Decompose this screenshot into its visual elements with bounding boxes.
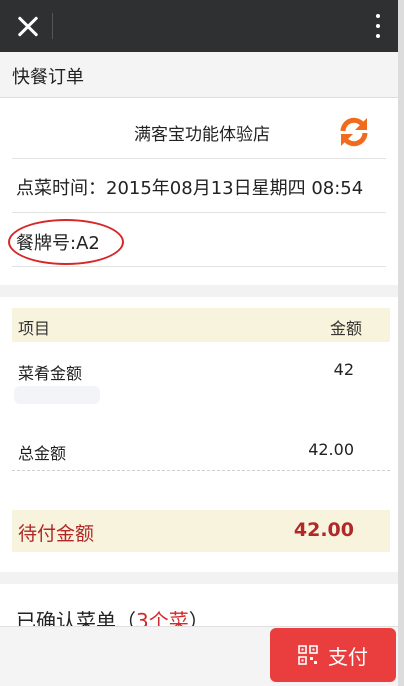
column-item: 项目 — [18, 319, 51, 338]
divider — [12, 266, 386, 267]
qr-code-icon — [298, 645, 318, 665]
close-icon[interactable] — [12, 10, 44, 42]
dish-amount-value: 42 — [333, 360, 354, 379]
blurred-area — [14, 386, 100, 404]
order-time: 点菜时间：2015年08月13日星期四 08:54 — [16, 178, 364, 199]
highlight-oval — [8, 219, 124, 265]
section-gap — [0, 285, 404, 297]
scrollbar-edge — [398, 0, 404, 686]
pay-button-label: 支付 — [328, 644, 368, 669]
pending-amount-row: 待付金额 42.00 — [12, 510, 390, 552]
top-bar — [0, 0, 404, 52]
page-title: 快餐订单 — [12, 67, 84, 88]
pending-amount-value: 42.00 — [293, 519, 354, 541]
column-amount: 金额 — [329, 319, 362, 338]
dish-amount-label: 菜肴金额 — [18, 364, 83, 383]
pay-button[interactable]: 支付 — [270, 628, 396, 682]
more-vertical-icon[interactable] — [370, 12, 386, 40]
divider — [12, 212, 386, 213]
section-gap — [0, 572, 404, 584]
total-amount-value: 42.00 — [308, 440, 354, 459]
title-bar: 快餐订单 — [0, 52, 404, 98]
pending-amount-label: 待付金额 — [18, 523, 95, 545]
refresh-icon[interactable] — [336, 114, 372, 150]
divider — [52, 13, 53, 39]
total-amount-label: 总金额 — [18, 444, 67, 463]
divider — [12, 158, 386, 159]
dashed-divider — [12, 470, 390, 471]
table-header: 项目 金额 — [12, 308, 390, 342]
